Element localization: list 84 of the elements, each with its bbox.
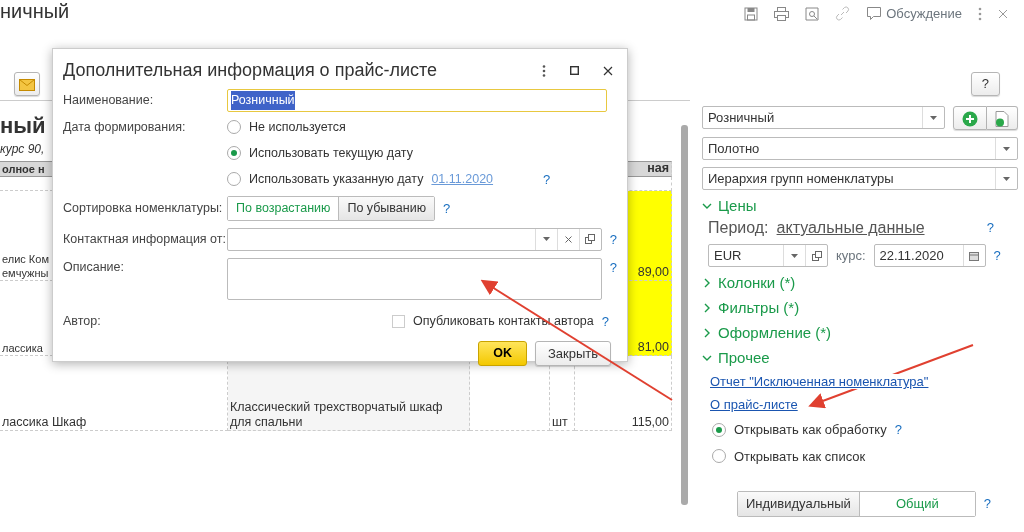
add-button[interactable] bbox=[953, 106, 987, 130]
dropdown-icon[interactable] bbox=[791, 253, 798, 258]
help-link[interactable]: ? bbox=[443, 198, 451, 219]
date-field[interactable]: 22.11.2020 bbox=[873, 244, 986, 267]
field-label: Сортировка номенклатуры: bbox=[63, 200, 224, 217]
grouping-field[interactable]: Иерархия групп номенклатуры bbox=[702, 167, 1018, 190]
ok-button[interactable]: OK bbox=[478, 341, 527, 366]
name-field[interactable]: Розничный bbox=[227, 89, 607, 112]
calendar-icon[interactable] bbox=[969, 250, 980, 261]
price-type-field[interactable]: Розничный bbox=[702, 106, 945, 129]
section-toggle[interactable]: Фильтры (*) bbox=[718, 299, 800, 317]
radio-button[interactable] bbox=[227, 172, 241, 187]
dialog-title: Дополнительная информация о прайс-листе bbox=[63, 59, 438, 82]
open-icon[interactable] bbox=[585, 234, 596, 245]
section-toggle[interactable]: Цены bbox=[718, 197, 757, 215]
section-toggle[interactable]: Колонки (*) bbox=[718, 274, 796, 292]
help-link[interactable]: ? bbox=[543, 169, 551, 189]
checkbox[interactable] bbox=[392, 315, 405, 328]
dropdown-icon[interactable] bbox=[542, 237, 550, 242]
radio-label[interactable]: Использовать указанную дату bbox=[249, 169, 424, 189]
contact-field[interactable] bbox=[227, 227, 602, 251]
help-link[interactable]: ? bbox=[609, 257, 617, 278]
radio-button[interactable] bbox=[227, 120, 241, 135]
envelope-icon bbox=[19, 78, 35, 91]
scrollbar[interactable] bbox=[681, 125, 688, 505]
discussion-link[interactable]: Обсуждение bbox=[886, 4, 962, 24]
section-toggle[interactable]: Прочее bbox=[718, 349, 770, 367]
chevron-right-icon[interactable] bbox=[702, 303, 712, 313]
report-subtitle: курс 90, bbox=[0, 142, 45, 156]
chevron-down-icon[interactable] bbox=[702, 353, 712, 363]
radio-label[interactable]: Не используется bbox=[249, 118, 346, 137]
radio-label[interactable]: Открывать как список bbox=[734, 446, 866, 466]
print-icon[interactable] bbox=[774, 6, 790, 21]
toggle-option[interactable]: Индивидуальный bbox=[738, 492, 859, 516]
comment-icon[interactable] bbox=[866, 6, 883, 22]
link-icon[interactable] bbox=[835, 6, 851, 22]
add-document-button[interactable] bbox=[987, 106, 1018, 130]
link[interactable]: Отчет "Исключенная номенклатура" bbox=[710, 374, 929, 389]
help-button[interactable]: ? bbox=[970, 72, 1000, 96]
report-title: ный bbox=[0, 113, 46, 138]
radio-label[interactable]: Открывать как обработку bbox=[734, 420, 887, 440]
dropdown-icon[interactable] bbox=[1003, 176, 1010, 181]
field-label: Дата формирования: bbox=[63, 119, 187, 136]
maximize-icon[interactable] bbox=[570, 66, 579, 75]
period-label: Период: bbox=[708, 219, 769, 237]
chevron-down-icon[interactable] bbox=[702, 201, 712, 211]
help-link[interactable]: ? bbox=[601, 311, 609, 332]
help-link[interactable]: ? bbox=[986, 219, 994, 237]
more-icon[interactable] bbox=[542, 64, 546, 77]
field-label: Автор: bbox=[63, 313, 102, 331]
mail-button[interactable] bbox=[14, 72, 40, 96]
clear-icon[interactable] bbox=[564, 235, 572, 243]
dropdown-icon[interactable] bbox=[1003, 146, 1010, 151]
section-toggle[interactable]: Оформление (*) bbox=[718, 324, 832, 342]
currency-field[interactable]: EUR bbox=[708, 244, 828, 267]
document-plus-icon bbox=[995, 110, 1009, 127]
radio-button[interactable] bbox=[227, 146, 241, 161]
chevron-right-icon[interactable] bbox=[702, 328, 712, 338]
field-label: Описание: bbox=[63, 258, 125, 276]
link[interactable]: О прайс-листе bbox=[710, 397, 798, 412]
help-link[interactable]: ? bbox=[993, 245, 1001, 266]
rate-label: курс: bbox=[836, 246, 866, 265]
radio-button[interactable] bbox=[712, 422, 726, 437]
layout-field[interactable]: Полотно bbox=[702, 137, 1018, 160]
description-field[interactable] bbox=[227, 257, 602, 300]
open-icon[interactable] bbox=[811, 250, 822, 261]
close-button[interactable]: Закрыть bbox=[534, 341, 611, 366]
page-title: ничный bbox=[0, 0, 70, 22]
close-icon[interactable] bbox=[603, 65, 613, 76]
radio-button[interactable] bbox=[712, 449, 726, 464]
plus-circle-icon bbox=[962, 110, 978, 127]
chevron-right-icon[interactable] bbox=[702, 278, 712, 288]
radio-label[interactable]: Использовать текущую дату bbox=[249, 143, 413, 163]
field-label: Контактная информация от: bbox=[63, 230, 227, 248]
dropdown-icon[interactable] bbox=[930, 115, 937, 120]
preview-icon[interactable] bbox=[805, 6, 820, 21]
help-link[interactable]: ? bbox=[894, 420, 902, 440]
period-link[interactable]: актуальные данные bbox=[776, 219, 925, 237]
toggle-option[interactable]: По убыванию bbox=[338, 197, 435, 220]
field-label: Наименование: bbox=[63, 92, 155, 110]
help-link[interactable]: ? bbox=[609, 229, 617, 249]
help-link[interactable]: ? bbox=[983, 494, 992, 514]
toggle-option[interactable]: Общий bbox=[858, 492, 975, 516]
save-icon[interactable] bbox=[744, 6, 759, 21]
